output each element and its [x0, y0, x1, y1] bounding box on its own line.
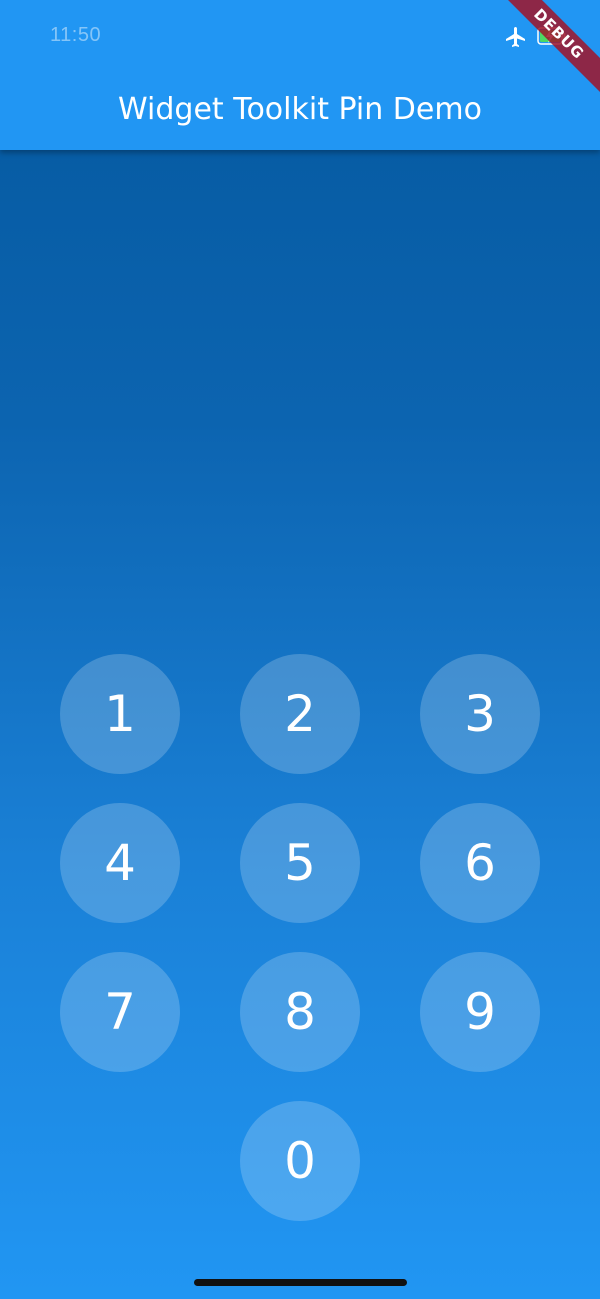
- home-indicator[interactable]: [194, 1279, 407, 1286]
- keypad-key-2[interactable]: 2: [240, 654, 360, 774]
- key-label: 0: [284, 1132, 316, 1190]
- key-label: 2: [284, 685, 316, 743]
- key-label: 6: [464, 834, 496, 892]
- app-bar: 11:50 Widget Toolkit Pin Demo: [0, 0, 600, 150]
- key-label: 3: [464, 685, 496, 743]
- keypad-key-5[interactable]: 5: [240, 803, 360, 923]
- keypad-key-8[interactable]: 8: [240, 952, 360, 1072]
- pin-screen: 11:50 Widget Toolkit Pin Demo DEBUG 1 2 …: [0, 0, 600, 1299]
- key-label: 5: [284, 834, 316, 892]
- keypad-key-0[interactable]: 0: [240, 1101, 360, 1221]
- airplane-mode-icon: [506, 27, 525, 47]
- key-label: 7: [104, 983, 136, 1041]
- key-label: 8: [284, 983, 316, 1041]
- page-title: Widget Toolkit Pin Demo: [118, 92, 482, 127]
- status-bar-time: 11:50: [50, 24, 102, 46]
- keypad-key-1[interactable]: 1: [60, 654, 180, 774]
- keypad-key-7[interactable]: 7: [60, 952, 180, 1072]
- pin-keypad: 1 2 3 4 5 6 7 8 9 0: [60, 654, 540, 1221]
- keypad-key-6[interactable]: 6: [420, 803, 540, 923]
- key-label: 9: [464, 983, 496, 1041]
- keypad-key-9[interactable]: 9: [420, 952, 540, 1072]
- keypad-key-4[interactable]: 4: [60, 803, 180, 923]
- key-label: 4: [104, 834, 136, 892]
- keypad-key-3[interactable]: 3: [420, 654, 540, 774]
- key-label: 1: [104, 685, 136, 743]
